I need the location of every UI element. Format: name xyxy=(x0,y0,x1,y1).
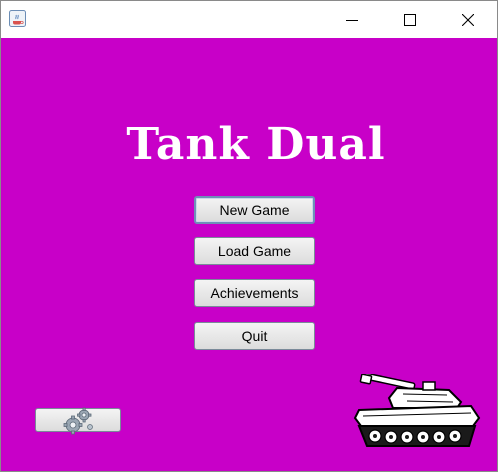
maximize-button[interactable] xyxy=(381,1,439,38)
load-game-button[interactable]: Load Game xyxy=(194,237,315,265)
close-button[interactable] xyxy=(439,1,497,38)
minimize-icon xyxy=(346,19,358,21)
main-menu-panel: Tank Dual New Game Load Game Achievement… xyxy=(1,38,497,471)
settings-button[interactable] xyxy=(35,407,121,435)
tank-image xyxy=(353,374,481,447)
quit-button[interactable]: Quit xyxy=(194,322,315,350)
title-bar[interactable] xyxy=(1,1,497,38)
achievements-button[interactable]: Achievements xyxy=(194,279,315,307)
game-title: Tank Dual xyxy=(126,119,386,170)
gears-icon xyxy=(63,407,93,435)
app-window: Tank Dual New Game Load Game Achievement… xyxy=(0,0,498,472)
new-game-button[interactable]: New Game xyxy=(194,196,315,224)
java-app-icon[interactable] xyxy=(9,10,26,27)
minimize-button[interactable] xyxy=(323,1,381,38)
close-icon xyxy=(462,13,474,26)
maximize-icon xyxy=(404,13,416,26)
